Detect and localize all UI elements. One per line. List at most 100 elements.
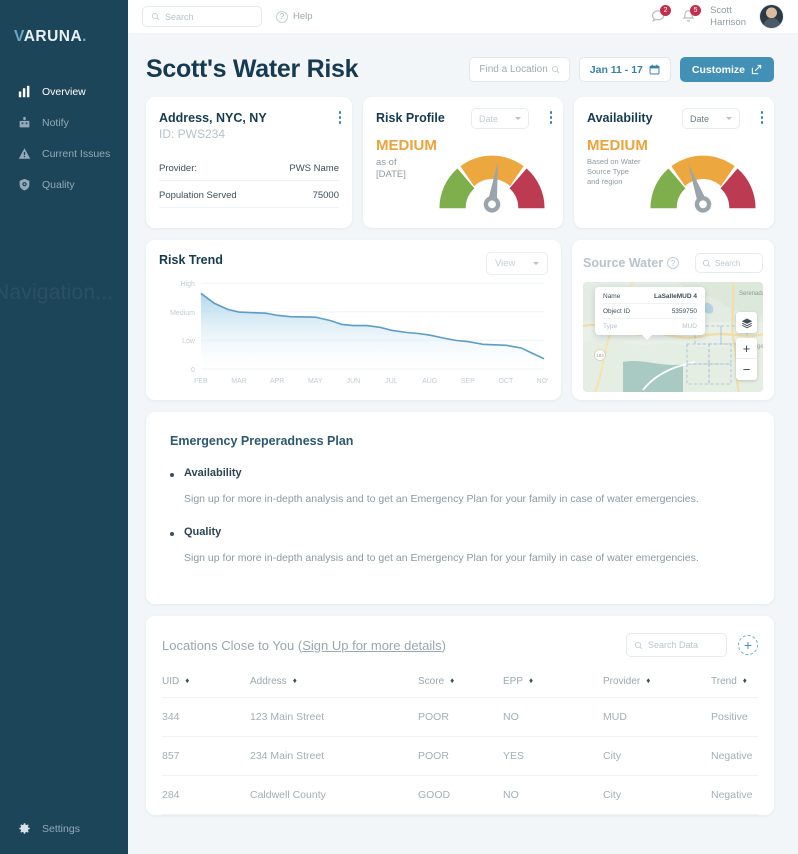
- column-header-score[interactable]: Score ♦: [418, 668, 503, 698]
- risk-profile-gauge: [439, 155, 545, 213]
- sort-icon: ♦: [292, 676, 297, 685]
- table-row[interactable]: 857 234 Main Street POOR YES City Negati…: [162, 736, 758, 776]
- date-range-button[interactable]: Jan 11 - 17: [578, 57, 671, 82]
- search-icon: [702, 259, 711, 267]
- cell-score: GOOD: [418, 775, 503, 815]
- epp-item-heading: Quality: [184, 526, 222, 539]
- sidebar-item-quality-label: Quality: [42, 178, 75, 191]
- locations-title-close: ): [441, 637, 447, 653]
- broadcast-icon: [18, 116, 31, 129]
- svg-text:Low: Low: [182, 338, 196, 345]
- source-water-title: Source Water: [583, 256, 664, 270]
- cell-uid: 284: [162, 775, 250, 815]
- sidebar-item-notify[interactable]: Notify: [0, 107, 128, 138]
- cell-uid: 344: [162, 697, 250, 737]
- sidebar-item-settings[interactable]: Settings: [0, 813, 128, 844]
- locations-title-plain: Locations Close to You (: [162, 637, 303, 653]
- map-zoom-out-button[interactable]: −: [736, 359, 757, 380]
- risk-profile-date-select[interactable]: Date: [471, 108, 529, 129]
- sort-icon: ♦: [450, 676, 455, 685]
- sidebar-item-current-issues[interactable]: Current Issues: [0, 138, 128, 169]
- messages-badge: 2: [660, 5, 672, 16]
- risk-trend-view-select[interactable]: View: [486, 252, 548, 275]
- dashboard-grid: Address, NYC, NY ID: PWS234 Provider: PW…: [128, 84, 798, 815]
- search-placeholder: Search: [165, 11, 194, 22]
- source-water-map[interactable]: Serenada rge 183 Name LaSalleMUD 4 Objec…: [583, 282, 763, 392]
- column-label-trend: Trend: [711, 676, 737, 687]
- risk-trend-view-label: View: [495, 258, 516, 269]
- signup-link[interactable]: Sign Up for more details: [302, 638, 441, 653]
- sidebar-item-overview-label: Overview: [42, 85, 86, 98]
- sidebar-item-overview[interactable]: Overview: [0, 76, 128, 107]
- layers-icon: [741, 318, 752, 328]
- popup-type-key: Type: [603, 323, 618, 330]
- question-circle-icon[interactable]: ?: [667, 257, 680, 269]
- find-location-button[interactable]: Find a Location: [469, 57, 570, 82]
- source-water-header: Source Water ? Search: [583, 253, 763, 273]
- column-header-uid[interactable]: UID ♦: [162, 668, 250, 698]
- availability-date-label: Date: [690, 113, 710, 124]
- availability-date-select[interactable]: Date: [682, 108, 740, 129]
- topbar: Search ? Help 2 5 Scott Harrison: [128, 0, 798, 33]
- availability-card: Availability Date MEDIUM Based on Water …: [574, 97, 774, 228]
- plus-circle-icon[interactable]: +: [738, 635, 758, 655]
- app-root: VARUNA. Overview Notify Current Issues Q…: [0, 0, 798, 854]
- cards-row-1: Address, NYC, NY ID: PWS234 Provider: PW…: [146, 97, 774, 228]
- map-layers-button[interactable]: [736, 312, 757, 333]
- provider-key: Provider:: [159, 163, 198, 174]
- cell-address: 123 Main Street: [250, 697, 418, 737]
- notifications-button[interactable]: 5: [680, 5, 702, 25]
- sidebar-settings-label: Settings: [42, 822, 80, 835]
- brand-v: V: [14, 28, 24, 45]
- availability-menu-button[interactable]: [760, 111, 763, 126]
- risk-profile-date-label: Date: [479, 113, 499, 124]
- help-button[interactable]: ? Help: [276, 10, 313, 23]
- svg-text:0: 0: [191, 367, 195, 374]
- svg-text:183: 183: [596, 353, 604, 358]
- popup-name-value: LaSalleMUD 4: [654, 293, 697, 300]
- sort-icon: ♦: [646, 676, 651, 685]
- column-header-address[interactable]: Address ♦: [250, 668, 418, 698]
- risk-trend-chart: High Medium Low 0 FEB MAR APR MAY JUN JUL AUG SEP O…: [170, 281, 552, 385]
- availability-gauge: [650, 155, 756, 213]
- sidebar-item-quality[interactable]: Quality: [0, 169, 128, 200]
- user-name-first: Scott: [710, 4, 732, 16]
- sort-icon: ♦: [742, 676, 747, 685]
- column-header-trend[interactable]: Trend ♦: [711, 668, 758, 698]
- address-card-menu-button[interactable]: [338, 111, 341, 126]
- table-row[interactable]: 284 Caldwell County GOOD NO City Negativ…: [162, 775, 758, 815]
- avatar[interactable]: [759, 4, 784, 29]
- map-place-label: Serenada: [739, 291, 763, 297]
- messages-button[interactable]: 2: [650, 5, 672, 25]
- column-label-epp: EPP: [503, 676, 524, 687]
- svg-text:NOV: NOV: [536, 378, 548, 385]
- address-card-title: Address, NYC, NY: [159, 111, 267, 125]
- bullet-icon: [170, 473, 174, 477]
- epp-item: Quality Sign up for more in-depth analys…: [170, 526, 750, 566]
- map-popup: Name LaSalleMUD 4 Object ID 5359750 Type…: [595, 287, 705, 340]
- search-icon: [551, 65, 559, 74]
- bar-chart-icon: [18, 85, 31, 98]
- map-zoom-in-button[interactable]: +: [736, 338, 757, 359]
- locations-table: UID ♦ Address ♦ Score ♦ EPP ♦ Provider ♦ Tren…: [162, 668, 758, 815]
- search-input[interactable]: Search: [142, 6, 262, 27]
- risk-profile-menu-button[interactable]: [549, 111, 552, 126]
- population-value: 75000: [312, 190, 339, 201]
- edit-square-icon: [751, 64, 762, 75]
- address-card-id: ID: PWS234: [159, 127, 226, 141]
- user-name[interactable]: Scott Harrison: [710, 5, 746, 29]
- svg-text:JUL: JUL: [385, 378, 398, 385]
- column-label-address: Address: [250, 676, 287, 687]
- customize-button[interactable]: Customize: [679, 57, 774, 82]
- navigation-overlay-label: Navigation...: [0, 281, 114, 304]
- locations-table-title: Locations Close to You (Sign Up for more…: [162, 638, 446, 653]
- calendar-icon: [649, 64, 660, 75]
- table-row[interactable]: 344 123 Main Street POOR NO MUD Positive: [162, 697, 758, 737]
- source-water-search-input[interactable]: Search: [695, 253, 763, 273]
- cell-provider: MUD: [603, 697, 711, 737]
- find-location-label: Find a Location: [479, 64, 548, 75]
- column-header-epp[interactable]: EPP ♦: [503, 668, 603, 698]
- user-name-last: Harrison: [710, 16, 746, 28]
- table-search-input[interactable]: Search Data: [626, 633, 727, 657]
- column-header-provider[interactable]: Provider ♦: [603, 668, 711, 698]
